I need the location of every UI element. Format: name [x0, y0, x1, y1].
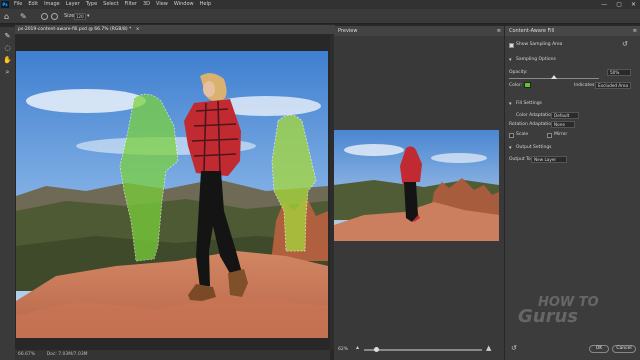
- mirror-label: Mirror: [554, 132, 568, 137]
- document-canvas[interactable]: [16, 51, 328, 338]
- status-bar: 66.67% Doc: 7.03M/7.03M: [15, 350, 330, 360]
- chevron-down-icon[interactable]: ▾: [87, 9, 90, 24]
- rotation-adaptation-label: Rotation Adaptation:: [509, 122, 556, 127]
- document-tab[interactable]: ps-2019-content-aware-fill.psd @ 66.7% (…: [15, 25, 335, 34]
- status-doc-size[interactable]: Doc: 7.03M/7.03M: [47, 352, 88, 357]
- scale-checkbox[interactable]: [509, 133, 514, 138]
- window-controls: — ▢ ✕: [601, 0, 636, 9]
- indicates-label: Indicates:: [574, 83, 596, 88]
- home-icon[interactable]: ⌂: [4, 9, 9, 24]
- menu-select[interactable]: Select: [103, 0, 118, 9]
- indicates-dropdown[interactable]: Excluded Area: [595, 82, 631, 89]
- preview-photo: [334, 130, 499, 241]
- watermark-logo: HOW TO Gurus: [518, 296, 608, 327]
- sampling-brush-icon[interactable]: ✎: [3, 32, 12, 41]
- preview-panel-header: Preview ≡: [334, 26, 504, 36]
- preview-zoom-value[interactable]: 62%: [338, 343, 348, 357]
- preview-canvas[interactable]: [334, 130, 499, 241]
- color-adaptation-dropdown[interactable]: Default: [551, 112, 579, 119]
- caf-panel-header: Content-Aware Fill ≡: [505, 26, 640, 36]
- close-window-button[interactable]: ✕: [631, 0, 636, 9]
- preview-footer: 62% ▴ ▲: [334, 343, 504, 357]
- collapse-chevron-icon[interactable]: ▾: [509, 57, 512, 63]
- cancel-button[interactable]: Cancel: [612, 345, 636, 353]
- menu-type[interactable]: Type: [86, 0, 97, 9]
- output-to-label: Output To:: [509, 157, 533, 162]
- show-sampling-area-label: Show Sampling Area: [516, 42, 563, 47]
- document-tab-close[interactable]: ×: [136, 27, 140, 32]
- photoshop-logo: Ps: [1, 1, 9, 8]
- reset-icon[interactable]: ↺: [622, 40, 628, 48]
- ok-button[interactable]: OK: [589, 345, 609, 353]
- menu-image[interactable]: Image: [44, 0, 60, 9]
- options-bar: ⌂ ✎ Size: 120 ▾: [0, 9, 640, 24]
- scale-label: Scale: [516, 132, 529, 137]
- lasso-icon[interactable]: ◌: [3, 44, 12, 53]
- document-title: ps-2019-content-aware-fill.psd @ 66.7% (…: [18, 27, 132, 32]
- preview-zoom-slider[interactable]: [364, 349, 482, 351]
- watermark-line2: Gurus: [518, 306, 578, 327]
- preview-title: Preview: [338, 28, 358, 34]
- collapse-chevron-icon[interactable]: ▾: [509, 145, 512, 151]
- reset-all-icon[interactable]: ↺: [511, 344, 517, 352]
- menu-3d[interactable]: 3D: [143, 0, 150, 9]
- opacity-input[interactable]: 50%: [607, 69, 631, 76]
- document-photo: [16, 51, 328, 338]
- sampling-color-swatch[interactable]: [524, 82, 531, 88]
- subtract-mode-icon[interactable]: [51, 13, 58, 20]
- add-mode-icon[interactable]: [41, 13, 48, 20]
- show-sampling-area-checkbox[interactable]: [509, 43, 514, 48]
- panel-menu-icon[interactable]: ≡: [497, 26, 501, 36]
- menu-bar: Ps File Edit Image Layer Type Select Fil…: [0, 0, 640, 9]
- color-label: Color:: [509, 83, 523, 88]
- menu-window[interactable]: Window: [174, 0, 194, 9]
- menu-file[interactable]: File: [14, 0, 22, 9]
- menu-help[interactable]: Help: [200, 0, 211, 9]
- menu-view[interactable]: View: [156, 0, 168, 9]
- caf-panel-menu-icon[interactable]: ≡: [633, 26, 637, 36]
- zoom-out-icon[interactable]: ▴: [356, 341, 359, 355]
- minimize-button[interactable]: —: [601, 0, 607, 9]
- menu-layer[interactable]: Layer: [66, 0, 80, 9]
- zoom-icon[interactable]: ⌕: [3, 68, 12, 77]
- menu-edit[interactable]: Edit: [28, 0, 38, 9]
- sampling-brush-tool-icon[interactable]: ✎: [20, 9, 27, 24]
- color-adaptation-label: Color Adaptation:: [516, 113, 556, 118]
- output-to-dropdown[interactable]: New Layer: [531, 156, 567, 163]
- zoom-in-icon[interactable]: ▲: [486, 341, 491, 355]
- mirror-checkbox[interactable]: [547, 133, 552, 138]
- menu-filter[interactable]: Filter: [125, 0, 137, 9]
- main-menu: File Edit Image Layer Type Select Filter…: [14, 0, 211, 9]
- sampling-options-heading[interactable]: Sampling Options: [516, 57, 556, 63]
- toolbox: ✎ ◌ ✋ ⌕: [0, 27, 15, 360]
- size-input[interactable]: 120: [74, 13, 86, 20]
- preview-zoom-handle[interactable]: [374, 347, 379, 352]
- opacity-slider-handle[interactable]: [551, 75, 557, 79]
- collapse-chevron-icon[interactable]: ▾: [509, 101, 512, 107]
- opacity-label: Opacity:: [509, 70, 528, 75]
- output-settings-heading[interactable]: Output Settings: [516, 145, 552, 151]
- fill-settings-heading[interactable]: Fill Settings: [516, 101, 542, 107]
- hand-icon[interactable]: ✋: [3, 56, 12, 65]
- maximize-button[interactable]: ▢: [616, 0, 622, 9]
- rotation-adaptation-dropdown[interactable]: None: [551, 121, 575, 128]
- caf-title: Content-Aware Fill: [509, 28, 555, 34]
- status-zoom[interactable]: 66.67%: [18, 352, 35, 357]
